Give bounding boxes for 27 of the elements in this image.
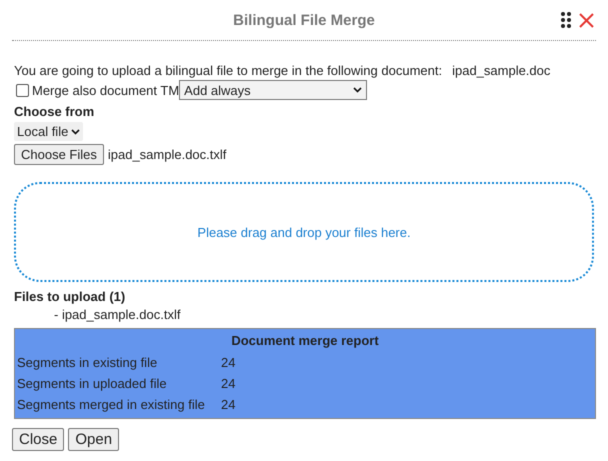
drop-zone-text: Please drag and drop your files here. bbox=[197, 224, 411, 240]
report-label: Segments in uploaded file bbox=[17, 375, 168, 393]
report-label: Segments merged in existing file bbox=[17, 396, 206, 414]
files-to-upload-heading: Files to upload (1) bbox=[14, 289, 126, 304]
drag-handle-icon[interactable] bbox=[561, 12, 571, 28]
report-value: 24 bbox=[221, 375, 236, 393]
tm-mode-select[interactable]: Add always bbox=[179, 80, 368, 100]
dialog-button[interactable]: Open bbox=[68, 428, 120, 451]
report-value: 24 bbox=[221, 396, 236, 414]
choose-files-button[interactable]: Choose Files bbox=[14, 144, 104, 165]
document-name: ipad_sample.doc bbox=[452, 63, 550, 78]
window-title: Bilingual File Merge bbox=[233, 12, 375, 28]
upload-file-item: - ipad_sample.doc.txlf bbox=[54, 307, 182, 322]
close-icon[interactable] bbox=[579, 12, 594, 28]
drop-zone[interactable]: Please drag and drop your files here. bbox=[14, 182, 594, 282]
intro-text: You are going to upload a bilingual file to merge in the following document: bbox=[14, 63, 442, 78]
chosen-file-name: ipad_sample.doc.txlf bbox=[108, 147, 226, 162]
choose-from-heading: Choose from bbox=[14, 104, 96, 119]
dialog-button[interactable]: Close bbox=[12, 428, 64, 451]
chevron-icon bbox=[71, 128, 80, 134]
report-value: 24 bbox=[221, 354, 236, 372]
source-select[interactable]: Local file bbox=[14, 122, 84, 141]
report-title: Document merge report bbox=[230, 332, 380, 350]
merge-tm-label: Merge also document TM bbox=[32, 82, 180, 98]
merge-tm-checkbox[interactable] bbox=[16, 84, 29, 96]
chevron-icon bbox=[353, 87, 362, 93]
report-label: Segments in existing file bbox=[17, 354, 158, 372]
